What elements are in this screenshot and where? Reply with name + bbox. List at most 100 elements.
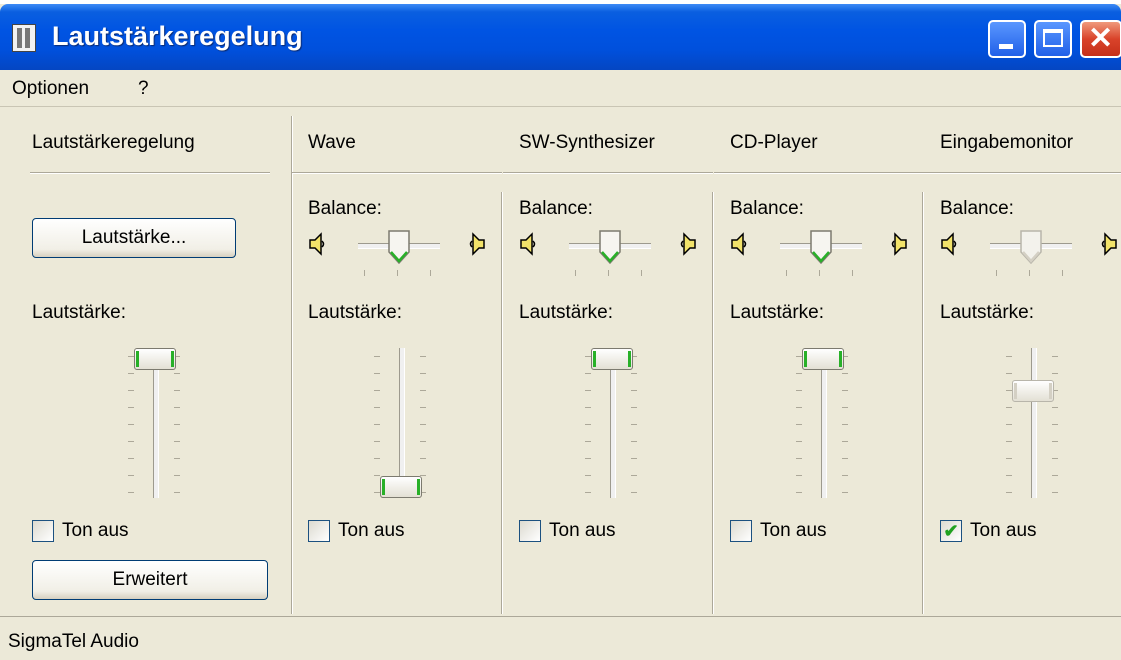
menu-optionen[interactable]: Optionen bbox=[12, 78, 89, 100]
title-bar[interactable]: Lautstärkeregelung ✕ bbox=[0, 4, 1121, 70]
volume-tick bbox=[174, 424, 180, 425]
channel-panel: SW-Synthesizer Balance: Lautstärke: Ton … bbox=[503, 108, 713, 608]
channel-volume-slider[interactable] bbox=[778, 343, 868, 503]
volume-tick bbox=[420, 356, 426, 357]
menu-help[interactable]: ? bbox=[138, 78, 149, 100]
balance-slider-thumb[interactable] bbox=[1020, 230, 1042, 265]
volume-tick bbox=[374, 424, 380, 425]
volume-tick bbox=[631, 492, 637, 493]
channel-panel: Wave Balance: Lautstärke: Ton aus bbox=[292, 108, 502, 608]
balance-slider-thumb[interactable] bbox=[388, 230, 410, 265]
volume-tick bbox=[420, 407, 426, 408]
volume-tick bbox=[420, 373, 426, 374]
volume-tick bbox=[1006, 475, 1012, 476]
window-title: Lautstärkeregelung bbox=[52, 21, 303, 51]
volume-tick bbox=[1006, 458, 1012, 459]
volume-slider-thumb[interactable] bbox=[134, 348, 176, 370]
maximize-button[interactable] bbox=[1034, 20, 1072, 58]
balance-label: Balance: bbox=[730, 198, 804, 219]
volume-tick bbox=[1052, 373, 1058, 374]
volume-tick bbox=[174, 390, 180, 391]
channel-title: Wave bbox=[308, 132, 356, 153]
speaker-right-icon bbox=[890, 232, 908, 256]
volume-tick bbox=[1006, 492, 1012, 493]
volume-tick bbox=[420, 424, 426, 425]
maximize-icon bbox=[1043, 29, 1063, 47]
status-bar: SigmaTel Audio bbox=[0, 616, 1121, 660]
master-volume-slider[interactable] bbox=[110, 343, 200, 503]
volume-tick bbox=[128, 441, 134, 442]
volume-tick bbox=[128, 373, 134, 374]
channel-mute-label: Ton aus bbox=[760, 520, 827, 541]
volume-tick bbox=[128, 458, 134, 459]
volume-tick bbox=[631, 407, 637, 408]
speaker-left-icon bbox=[308, 232, 326, 256]
volume-tick bbox=[842, 492, 848, 493]
volume-tick bbox=[796, 475, 802, 476]
advanced-button[interactable]: Erweitert bbox=[32, 560, 268, 600]
master-volume-label: Lautstärke: bbox=[32, 302, 126, 323]
channel-mute-label: Ton aus bbox=[549, 520, 616, 541]
volume-tick bbox=[842, 390, 848, 391]
menu-bar: Optionen ? bbox=[0, 70, 1121, 107]
master-mute-checkbox[interactable] bbox=[32, 520, 54, 542]
volume-tick bbox=[585, 458, 591, 459]
volume-tick bbox=[128, 407, 134, 408]
volume-tick bbox=[174, 373, 180, 374]
minimize-button[interactable] bbox=[988, 20, 1026, 58]
minimize-icon bbox=[999, 44, 1013, 49]
volume-slider-thumb[interactable] bbox=[380, 476, 422, 498]
channel-mute-label: Ton aus bbox=[338, 520, 405, 541]
volume-tick bbox=[128, 492, 134, 493]
volume-tick bbox=[796, 407, 802, 408]
balance-slider-thumb[interactable] bbox=[810, 230, 832, 265]
channel-title: Eingabemonitor bbox=[940, 132, 1074, 153]
channel-volume-slider[interactable] bbox=[356, 343, 446, 503]
volume-tick bbox=[374, 407, 380, 408]
speaker-left-icon bbox=[940, 232, 958, 256]
volume-tick bbox=[374, 458, 380, 459]
volume-tick bbox=[174, 407, 180, 408]
volume-tick bbox=[1052, 475, 1058, 476]
channel-volume-slider[interactable] bbox=[988, 343, 1078, 503]
volume-tick bbox=[585, 390, 591, 391]
volume-track bbox=[610, 348, 616, 498]
volume-tick bbox=[585, 407, 591, 408]
volume-tick bbox=[631, 373, 637, 374]
volume-tick bbox=[374, 441, 380, 442]
speaker-right-icon bbox=[679, 232, 697, 256]
volume-tick bbox=[174, 441, 180, 442]
volume-tick bbox=[796, 390, 802, 391]
close-icon: ✕ bbox=[1088, 22, 1114, 55]
volume-slider-thumb[interactable] bbox=[591, 348, 633, 370]
channel-title: SW-Synthesizer bbox=[519, 132, 655, 153]
master-mute-label: Ton aus bbox=[62, 520, 129, 541]
volume-tick bbox=[420, 458, 426, 459]
volume-tick bbox=[374, 475, 380, 476]
volume-slider-thumb[interactable] bbox=[802, 348, 844, 370]
speaker-right-icon bbox=[468, 232, 486, 256]
volume-tick bbox=[796, 492, 802, 493]
channel-volume-slider[interactable] bbox=[567, 343, 657, 503]
volume-tick bbox=[128, 475, 134, 476]
volume-slider-thumb[interactable] bbox=[1012, 380, 1054, 402]
balance-ticks bbox=[786, 270, 866, 278]
volume-tick bbox=[174, 458, 180, 459]
speaker-left-icon bbox=[519, 232, 537, 256]
volume-tick bbox=[1052, 356, 1058, 357]
balance-ticks bbox=[996, 270, 1076, 278]
volume-tick bbox=[796, 458, 802, 459]
balance-ticks bbox=[364, 270, 444, 278]
speaker-left-icon bbox=[730, 232, 748, 256]
volume-button[interactable]: Lautstärke... bbox=[32, 218, 236, 258]
channel-mute-checkbox[interactable]: ✔ bbox=[940, 520, 962, 542]
channel-divider bbox=[292, 172, 502, 174]
volume-tick bbox=[585, 475, 591, 476]
volume-tick bbox=[1052, 492, 1058, 493]
channel-mute-checkbox[interactable] bbox=[730, 520, 752, 542]
volume-control-window: Lautstärkeregelung ✕ Optionen ? Lautstär… bbox=[0, 4, 1121, 660]
close-button[interactable]: ✕ bbox=[1080, 20, 1121, 58]
balance-slider-thumb[interactable] bbox=[599, 230, 621, 265]
channel-mute-checkbox[interactable] bbox=[308, 520, 330, 542]
channel-mute-checkbox[interactable] bbox=[519, 520, 541, 542]
